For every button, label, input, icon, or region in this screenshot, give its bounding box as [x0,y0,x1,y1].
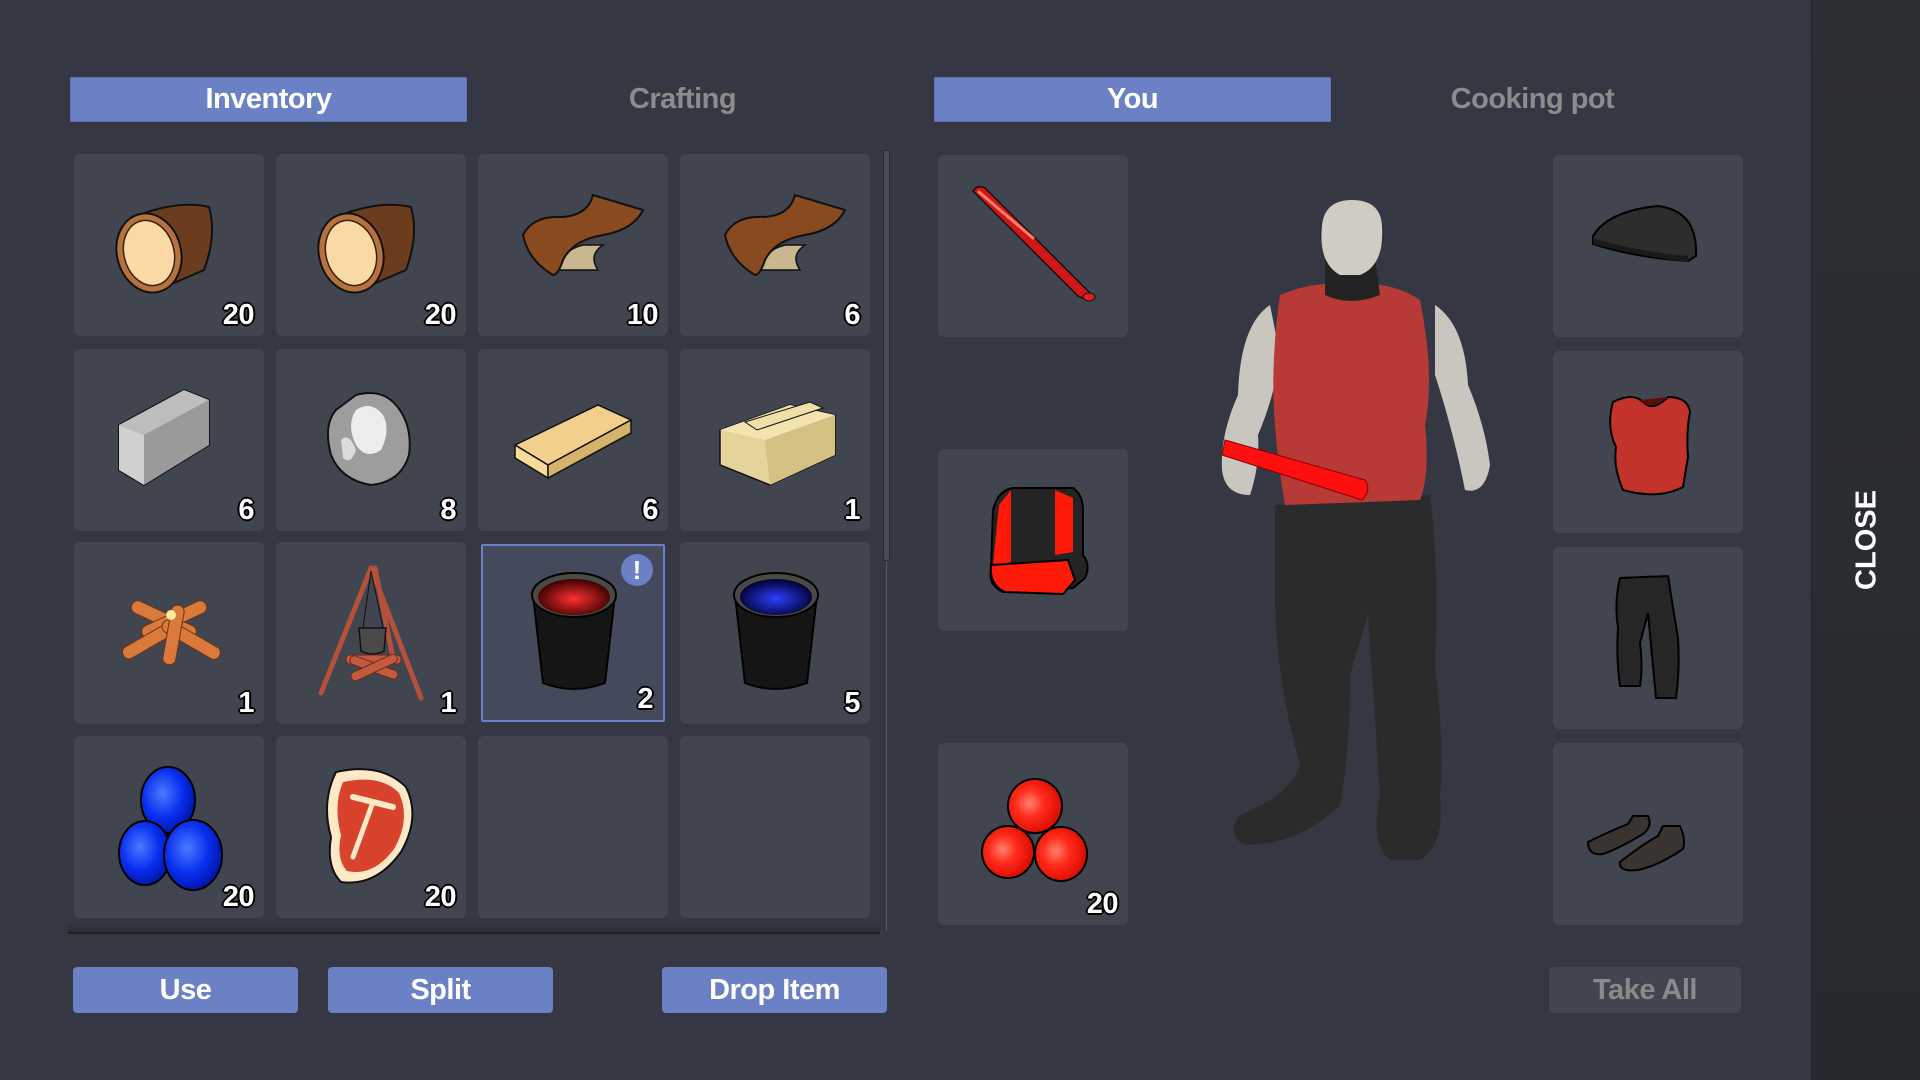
beanie-icon [1592,204,1698,263]
silver-ore-icon [326,392,411,487]
inventory-slot[interactable]: 10 [478,154,668,336]
red-berries-icon [981,778,1088,882]
item-count: 1 [844,494,860,526]
close-label: CLOSE [1850,490,1882,590]
equip-slot-consumable[interactable]: 20 [938,743,1128,925]
shoes-icon [1586,815,1685,872]
inventory-slot[interactable]: 1 [680,349,870,531]
leather-icon [723,193,847,277]
character-preview[interactable] [1200,195,1500,885]
tab-crafting[interactable]: Crafting [484,77,881,122]
item-count: 1 [238,687,254,719]
leather-icon [521,193,645,277]
equip-slot-backpack[interactable] [938,449,1128,631]
item-count: 2 [637,683,653,715]
equip-slot-feet[interactable] [1553,743,1743,925]
pants-icon [1615,574,1680,699]
equip-slot-legs[interactable] [1553,547,1743,729]
equip-slot-head[interactable] [1553,155,1743,337]
drop-item-button[interactable]: Drop Item [662,967,887,1013]
tab-cooking-pot[interactable]: Cooking pot [1334,77,1731,122]
item-count: 10 [626,299,659,331]
inventory-slot[interactable]: 6 [680,154,870,336]
inventory-slot[interactable]: 5 [680,542,870,724]
item-count: 1 [440,687,456,719]
backpack-icon [989,487,1089,596]
wooden-plank-icon [513,404,633,480]
iron-ingot-icon [118,388,210,487]
inventory-slot[interactable]: 8 [276,349,466,531]
item-count: 5 [844,687,860,719]
inventory-slot[interactable]: 1 [276,542,466,724]
wooden-log-icon [115,203,213,294]
item-count: 8 [440,494,456,526]
inventory-slot[interactable]: 20 [74,736,264,918]
bucket-blue-icon [733,572,819,690]
equip-slot-chest[interactable] [1553,351,1743,533]
item-count: 6 [844,299,860,331]
inventory-slot[interactable]: 20 [276,154,466,336]
bucket-red-icon [531,572,617,690]
inventory-slot[interactable]: 6 [74,349,264,531]
inventory-slot[interactable]: 1 [74,542,264,724]
inventory-slot[interactable]: 20 [74,154,264,336]
inventory-slot-selected[interactable]: ! 2 [481,544,665,722]
raw-steak-icon [326,768,414,884]
close-button[interactable]: CLOSE [1811,0,1920,1080]
item-count: 20 [424,299,457,331]
item-count: 6 [642,494,658,526]
alert-badge-icon: ! [621,554,653,586]
take-all-button[interactable]: Take All [1549,967,1741,1013]
use-button[interactable]: Use [73,967,298,1013]
campfire-icon [121,600,221,666]
item-count: 20 [222,881,255,913]
inventory-slot-empty[interactable] [478,736,668,918]
tab-you[interactable]: You [934,77,1331,122]
baseball-bat-icon [972,185,1096,302]
scrollbar-thumb[interactable] [883,150,890,561]
wooden-log-icon [317,203,415,294]
cooking-tripod-icon [318,565,424,701]
item-count: 20 [424,881,457,913]
item-count: 6 [238,494,254,526]
inventory-slot[interactable]: 6 [478,349,668,531]
inventory-slot-empty[interactable] [680,736,870,918]
wooden-crate-icon [719,401,836,486]
blue-berries-icon [118,766,223,891]
inventory-slot[interactable]: 20 [276,736,466,918]
list-bottom-edge [68,922,880,934]
split-button[interactable]: Split [328,967,553,1013]
tank-top-icon [1609,395,1692,496]
item-count: 20 [222,299,255,331]
equip-slot-weapon[interactable] [938,155,1128,337]
item-count: 20 [1086,888,1119,920]
tab-inventory[interactable]: Inventory [70,77,467,122]
